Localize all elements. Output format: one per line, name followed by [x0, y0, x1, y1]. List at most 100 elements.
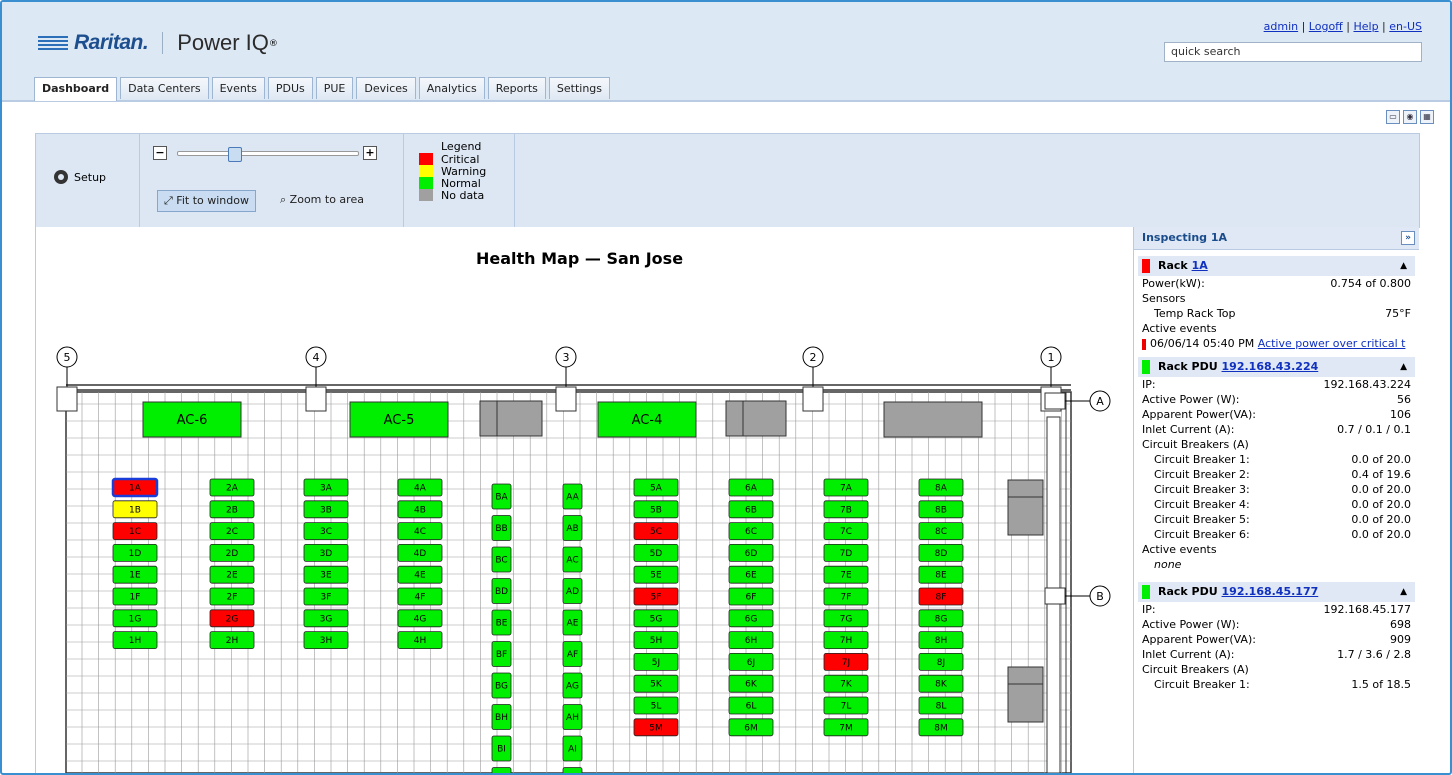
legend: Legend Critical Warning Normal No data: [419, 140, 486, 202]
no-events-text: none: [1154, 558, 1182, 571]
zoom-area-icon: ⌕: [280, 193, 290, 206]
health-map[interactable]: 5 4 3 2 1ABAC-6 AC-5 AC-41A1B1C1D1E1F1G1H2A2B2…: [36, 227, 1133, 773]
tab-pue[interactable]: PUE: [315, 77, 354, 99]
pdu-property-row: Active Power (W): 698: [1142, 618, 1411, 631]
rack-label: 8D: [935, 549, 948, 559]
setup-button[interactable]: Setup: [54, 170, 106, 184]
product-mark: ®: [268, 39, 278, 49]
circuit-breakers-label: Circuit Breakers (A): [1142, 438, 1249, 451]
logoff-link[interactable]: Logoff: [1309, 20, 1343, 33]
rack-label: 3G: [320, 614, 333, 624]
rack-label: 4H: [414, 636, 427, 646]
view-icons: ▭ ◉ ▦: [1386, 110, 1434, 124]
ac-unit-label: AC-6: [177, 413, 208, 428]
rack-label: 7L: [841, 702, 852, 712]
divider: [403, 134, 404, 227]
maximize-icon[interactable]: ▭: [1386, 110, 1400, 124]
rack-status-indicator: [1142, 259, 1150, 273]
sensors-label: Sensors: [1142, 292, 1186, 305]
rack-section-header[interactable]: Rack 1A ▲: [1138, 256, 1415, 276]
rack-label: 5C: [650, 527, 662, 537]
rack-label: 7H: [840, 636, 853, 646]
admin-link[interactable]: admin: [1264, 20, 1298, 33]
pdu-property-row: Active Power (W): 56: [1142, 393, 1411, 406]
no-data-unit[interactable]: [725, 400, 744, 437]
rack-label: 7K: [840, 680, 853, 690]
rack-label: 7D: [840, 549, 853, 559]
pdu-section-header[interactable]: Rack PDU 192.168.45.177 ▲: [1138, 582, 1415, 602]
sensor-row: Temp Rack Top 75°F: [1154, 307, 1411, 320]
row-label: B: [1096, 590, 1104, 603]
ac-unit-label: AC-4: [632, 413, 663, 428]
rack-aj[interactable]: [562, 767, 583, 774]
pdu-link[interactable]: 192.168.45.177: [1222, 585, 1319, 598]
tab-data-centers[interactable]: Data Centers: [120, 77, 209, 99]
fit-to-window-button[interactable]: ⤢ Fit to window: [157, 190, 256, 212]
rack-label: 8A: [935, 484, 948, 494]
quick-search-input[interactable]: quick search: [1164, 42, 1422, 62]
no-data-unit[interactable]: [1007, 683, 1044, 723]
zoom-track[interactable]: [177, 147, 359, 162]
zoom-to-area-button[interactable]: ⌕ Zoom to area: [280, 190, 364, 210]
rack-label: 5H: [650, 636, 663, 646]
rack-label: 6E: [745, 571, 757, 581]
tab-settings[interactable]: Settings: [548, 77, 611, 99]
column-post: [802, 386, 824, 412]
no-data-unit[interactable]: [742, 400, 787, 437]
no-data-unit[interactable]: [883, 401, 983, 438]
collapse-icon[interactable]: ▲: [1400, 256, 1407, 276]
rack-label: 6L: [746, 702, 757, 712]
legend-swatch: [419, 189, 433, 201]
locale-link[interactable]: en-US: [1389, 20, 1422, 33]
rack-label: 7M: [839, 723, 853, 733]
tab-bar: Dashboard Data Centers Events PDUs PUE Device…: [2, 74, 1450, 102]
tab-pdus[interactable]: PDUs: [267, 77, 313, 99]
inspect-header: Inspecting 1A »: [1134, 227, 1419, 250]
tab-dashboard[interactable]: Dashboard: [34, 77, 118, 101]
help-link[interactable]: Help: [1353, 20, 1378, 33]
tab-reports[interactable]: Reports: [487, 77, 546, 99]
collapse-panel-icon[interactable]: »: [1401, 231, 1415, 245]
find-icon[interactable]: ▦: [1420, 110, 1434, 124]
pdu-section-header[interactable]: Rack PDU 192.168.43.224 ▲: [1138, 357, 1415, 377]
rack-label: 2B: [226, 505, 238, 515]
no-data-unit[interactable]: [1007, 496, 1044, 536]
tab-events[interactable]: Events: [211, 77, 265, 99]
logo: Raritan. Power IQ ®: [38, 30, 278, 56]
pdu-link[interactable]: 192.168.43.224: [1222, 360, 1319, 373]
rack-label: 3A: [320, 484, 333, 494]
raritan-logo-icon: [38, 35, 68, 51]
pdu-section-2: Rack PDU 192.168.45.177 ▲ IP: 192.168.45.…: [1138, 582, 1415, 692]
no-data-unit[interactable]: [1007, 479, 1044, 498]
zoom-handle[interactable]: [228, 147, 243, 162]
pdu-property-row: IP: 192.168.43.224: [1142, 378, 1411, 391]
print-icon[interactable]: ◉: [1403, 110, 1417, 124]
zoom-in-button[interactable]: +: [363, 146, 377, 160]
rack-bj[interactable]: [491, 767, 512, 774]
rack-label: 7C: [840, 527, 852, 537]
no-data-unit[interactable]: [1007, 666, 1044, 685]
rack-label: BI: [497, 745, 506, 755]
event-link[interactable]: Active power over critical t: [1258, 337, 1406, 350]
map-title: Health Map — San Jose: [476, 249, 684, 268]
rack-link[interactable]: 1A: [1192, 259, 1208, 272]
no-data-unit[interactable]: [479, 400, 498, 437]
zoom-out-button[interactable]: −: [153, 146, 167, 160]
rack-label: 8G: [935, 614, 948, 624]
no-data-unit[interactable]: [496, 400, 543, 437]
logo-divider: [162, 32, 164, 54]
legend-item: Normal: [419, 177, 486, 190]
rack-label: 5A: [650, 484, 663, 494]
rack-label: 6M: [744, 723, 758, 733]
rack-label: 2D: [226, 549, 239, 559]
rack-label: 5F: [651, 593, 662, 603]
rack-label: BB: [495, 524, 507, 534]
circuit-breaker-row: Circuit Breaker 3: 0.0 of 20.0: [1154, 483, 1411, 496]
tab-devices[interactable]: Devices: [356, 77, 416, 99]
rack-label: 8E: [935, 571, 947, 581]
collapse-icon[interactable]: ▲: [1400, 357, 1407, 377]
collapse-icon[interactable]: ▲: [1400, 582, 1407, 602]
pdu-property-row: IP: 192.168.45.177: [1142, 603, 1411, 616]
tab-analytics[interactable]: Analytics: [418, 77, 485, 99]
critical-marker-icon: [1142, 338, 1146, 350]
